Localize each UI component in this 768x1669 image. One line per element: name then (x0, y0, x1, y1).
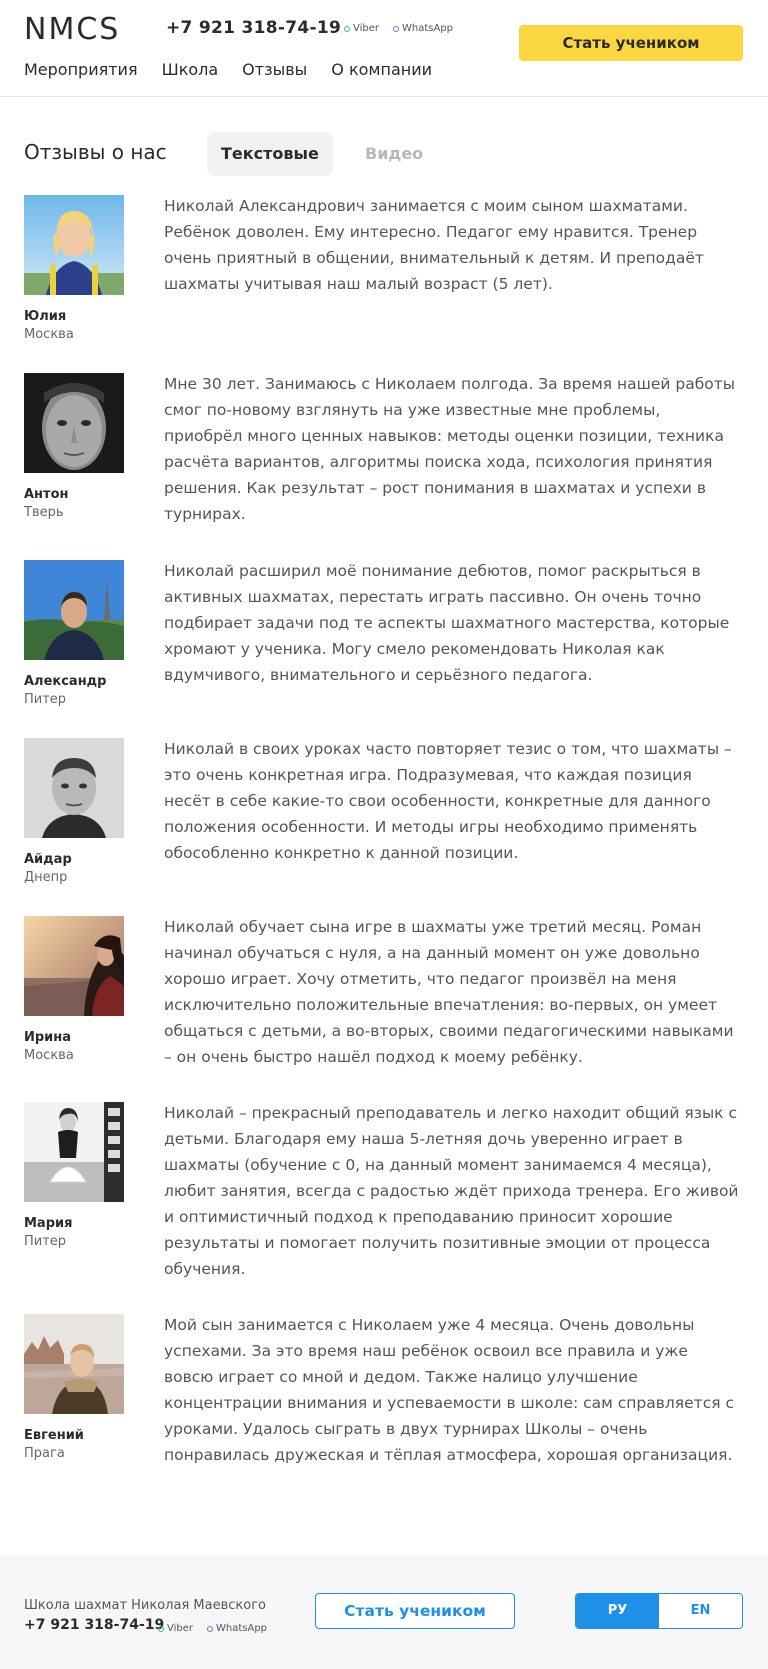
reviewer-name: Евгений (24, 1428, 84, 1443)
footer-school-name: Школа шахмат Николая Маевского (24, 1598, 266, 1613)
review-text: Николай – прекрасный преподаватель и лег… (164, 1104, 739, 1278)
whatsapp-label: WhatsApp (216, 1623, 268, 1634)
viber-dot-icon (158, 1625, 164, 1632)
reviewer-name: Мария (24, 1216, 73, 1231)
footer-whatsapp-link[interactable]: WhatsApp (207, 1623, 267, 1634)
viber-dot-icon (344, 25, 350, 32)
tab-text-reviews[interactable]: Текстовые (207, 132, 333, 176)
reviewer-name: Ирина (24, 1030, 72, 1045)
reviewer-name: Александр (24, 674, 107, 689)
reviewer-photo (24, 738, 124, 838)
review-text: Николай обучает сына игре в шахматы уже … (164, 918, 734, 1066)
review-text: Мой сын занимается с Николаем уже 4 меся… (164, 1316, 734, 1464)
viber-label: Viber (353, 23, 380, 34)
nav-item-events[interactable]: Мероприятия (24, 60, 138, 79)
reviewer-photo (24, 1102, 124, 1202)
nav-item-school[interactable]: Школа (162, 60, 219, 79)
footer-become-student-button[interactable]: Стать учеником (315, 1593, 515, 1629)
tab-video-reviews[interactable]: Видео (351, 132, 437, 176)
site-header: NMCS +7 921 318-74-19 Viber WhatsApp Ста… (0, 0, 768, 97)
become-student-button[interactable]: Стать учеником (519, 25, 743, 61)
main-nav: Мероприятия Школа Отзывы О компании (24, 60, 456, 79)
whatsapp-link[interactable]: WhatsApp (393, 23, 453, 34)
nav-item-about[interactable]: О компании (331, 60, 432, 79)
viber-link[interactable]: Viber (344, 23, 379, 34)
whatsapp-dot-icon (393, 25, 399, 32)
whatsapp-dot-icon (207, 1625, 213, 1632)
reviewer-name: Айдар (24, 852, 72, 867)
review-text: Николай расширил моё понимание дебютов, … (164, 562, 730, 684)
header-phone[interactable]: +7 921 318-74-19 (166, 18, 341, 38)
reviewer-name: Юлия (24, 309, 67, 324)
site-footer: Школа шахмат Николая Маевского +7 921 31… (0, 1555, 768, 1669)
viber-label: Viber (167, 1623, 194, 1634)
whatsapp-label: WhatsApp (402, 23, 454, 34)
reviewer-city: Питер (24, 1234, 67, 1249)
reviewer-photo (24, 560, 124, 660)
reviewer-city: Днепр (24, 870, 68, 885)
footer-viber-link[interactable]: Viber (158, 1623, 193, 1634)
page-title: Отзывы о нас (24, 140, 167, 164)
reviewer-city: Питер (24, 692, 67, 707)
nav-item-reviews[interactable]: Отзывы (242, 60, 307, 79)
reviewer-photo (24, 916, 124, 1016)
logo[interactable]: NMCS (24, 12, 120, 47)
reviewer-city: Прага (24, 1446, 65, 1461)
reviewer-photo (24, 1314, 124, 1414)
lang-en-button[interactable]: EN (659, 1594, 742, 1628)
language-switch: РУ EN (575, 1593, 743, 1629)
reviewer-name: Антон (24, 487, 69, 502)
reviewer-city: Москва (24, 327, 74, 342)
review-text: Мне 30 лет. Занимаюсь с Николаем полгода… (164, 375, 736, 523)
footer-phone[interactable]: +7 921 318-74-19 (24, 1617, 164, 1633)
reviewer-photo (24, 373, 124, 473)
lang-ru-button[interactable]: РУ (576, 1594, 659, 1628)
review-text: Николай Александрович занимается с моим … (164, 197, 704, 293)
review-text: Николай в своих уроках часто повторяет т… (164, 740, 732, 862)
reviewer-city: Тверь (24, 505, 64, 520)
reviewer-city: Москва (24, 1048, 74, 1063)
reviewer-photo (24, 195, 124, 295)
